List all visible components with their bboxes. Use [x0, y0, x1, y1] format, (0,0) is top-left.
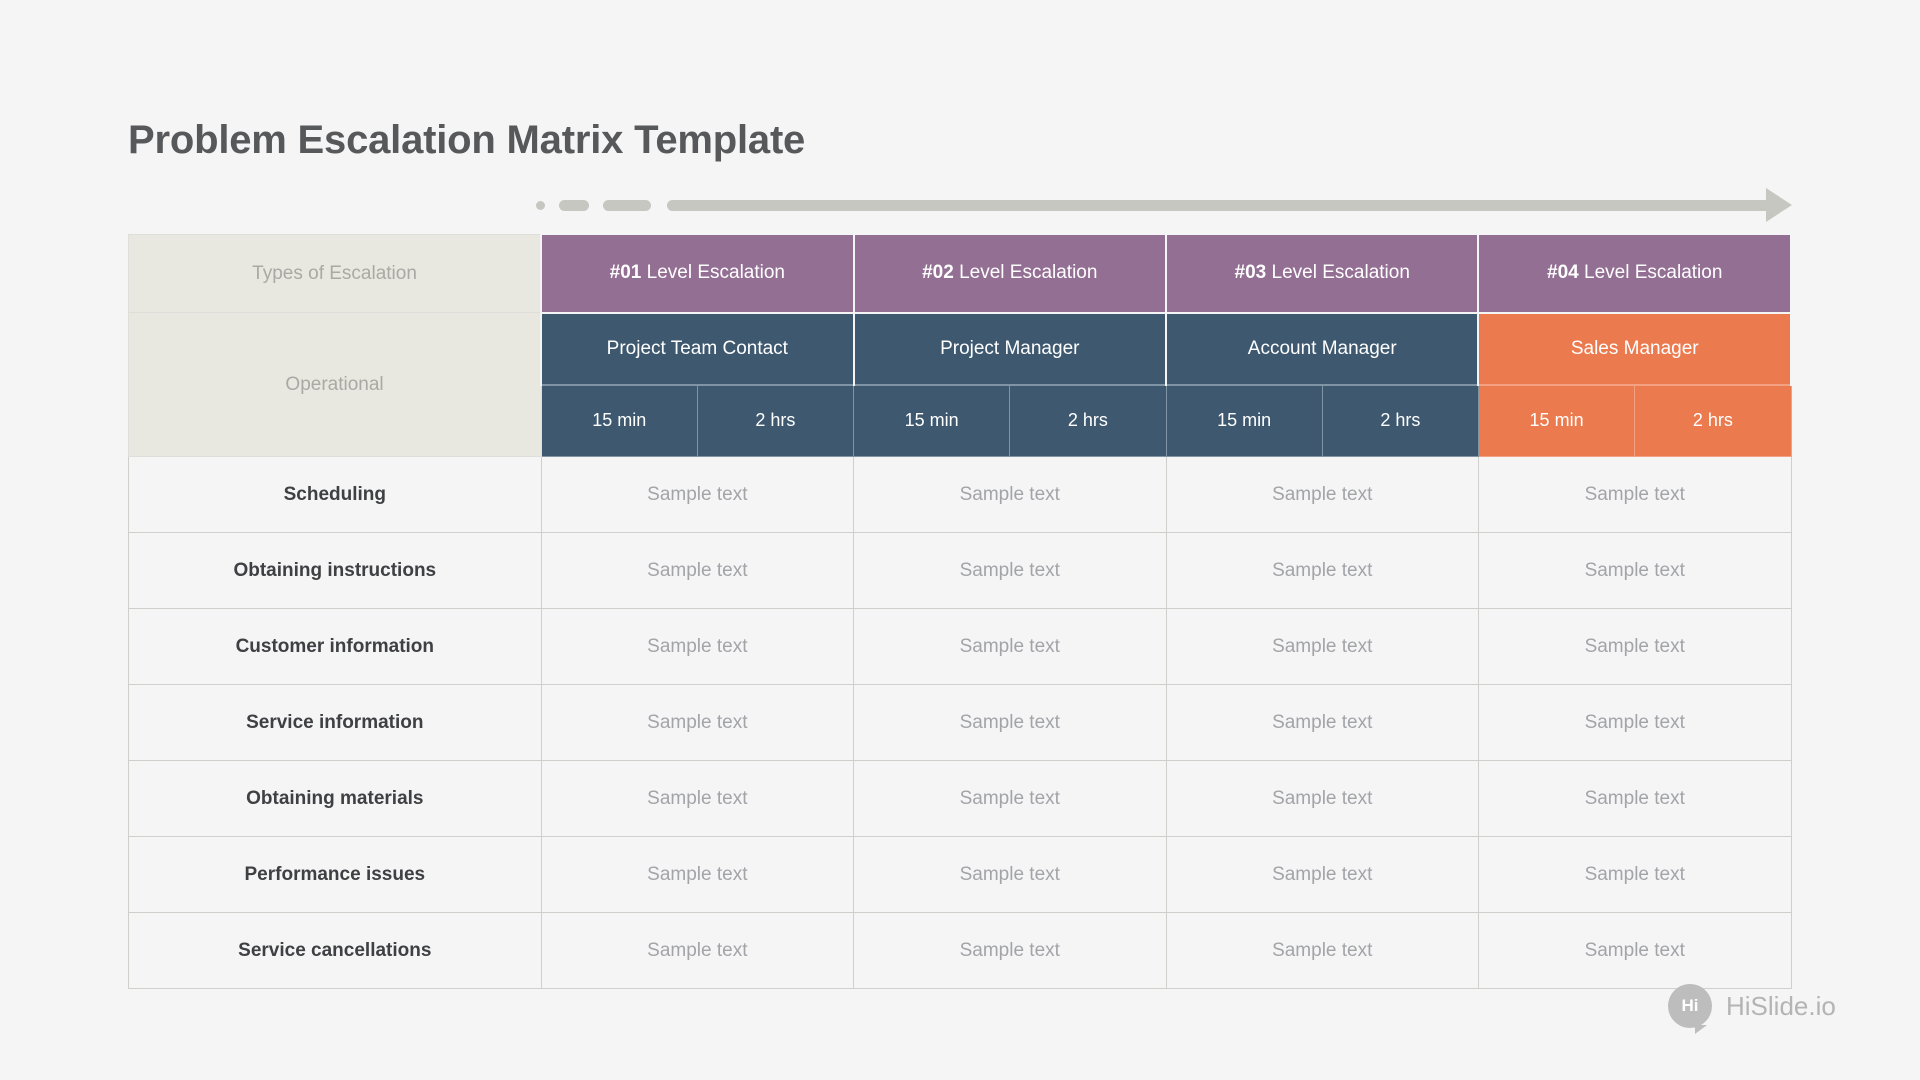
time-cell-3a: 15 min: [1165, 383, 1323, 457]
table-row: Scheduling Sample text Sample text Sampl…: [128, 456, 1792, 533]
cell-5-0[interactable]: Sample text: [540, 836, 855, 913]
level-label-4: Level Escalation: [1578, 262, 1723, 283]
level-header-3: #03 Level Escalation: [1164, 234, 1480, 313]
progress-dash-short-icon: [559, 199, 589, 211]
level-number-4: #04: [1547, 262, 1579, 283]
cell-2-2[interactable]: Sample text: [1165, 608, 1479, 685]
level-label-1: Level Escalation: [641, 262, 785, 283]
section-label-operational: Operational: [128, 312, 542, 457]
table-header-row-roles: Operational Project Team Contact Project…: [128, 311, 1792, 457]
time-cell-4a: 15 min: [1477, 383, 1636, 457]
time-cell-2a: 15 min: [853, 383, 1011, 457]
cell-0-1[interactable]: Sample text: [853, 456, 1167, 533]
cell-6-2[interactable]: Sample text: [1165, 912, 1479, 989]
progress-dot-icon: [536, 200, 545, 210]
row-label-2: Customer information: [128, 608, 542, 685]
role-cell-4: Sales Manager: [1477, 311, 1792, 385]
logo-wordmark: HiSlide.io: [1726, 990, 1836, 1021]
arrow-right-icon: [1766, 188, 1792, 222]
row-label-4: Obtaining materials: [128, 760, 542, 837]
table-row: Customer information Sample text Sample …: [128, 608, 1792, 685]
cell-5-1[interactable]: Sample text: [853, 836, 1167, 913]
cell-3-1[interactable]: Sample text: [853, 684, 1167, 761]
time-cell-1a: 15 min: [540, 383, 698, 457]
cell-4-1[interactable]: Sample text: [853, 760, 1167, 837]
table-row: Performance issues Sample text Sample te…: [128, 836, 1792, 913]
cell-4-3[interactable]: Sample text: [1477, 760, 1792, 837]
level-header-4: #04 Level Escalation: [1477, 234, 1792, 313]
cell-1-2[interactable]: Sample text: [1165, 532, 1479, 609]
row-label-1: Obtaining instructions: [128, 532, 542, 609]
cell-2-1[interactable]: Sample text: [853, 608, 1167, 685]
role-cell-2: Project Manager: [852, 311, 1168, 385]
time-cell-4b: 2 hrs: [1634, 383, 1792, 457]
level-header-2: #02 Level Escalation: [852, 234, 1168, 313]
table-row: Obtaining instructions Sample text Sampl…: [128, 532, 1792, 609]
cell-1-1[interactable]: Sample text: [853, 532, 1167, 609]
time-cell-3b: 2 hrs: [1321, 383, 1479, 457]
cell-6-3[interactable]: Sample text: [1477, 912, 1792, 989]
role-cell-1: Project Team Contact: [540, 311, 855, 385]
level-label-3: Level Escalation: [1266, 262, 1410, 283]
progress-arrow: [536, 188, 1792, 222]
row-label-3: Service information: [128, 684, 542, 761]
cell-2-3[interactable]: Sample text: [1477, 608, 1792, 685]
table-row: Service cancellations Sample text Sample…: [128, 912, 1792, 989]
table-row: Obtaining materials Sample text Sample t…: [128, 760, 1792, 837]
cell-3-3[interactable]: Sample text: [1477, 684, 1792, 761]
cell-6-1[interactable]: Sample text: [853, 912, 1167, 989]
time-cell-1b: 2 hrs: [696, 383, 855, 457]
level-number-2: #02: [922, 262, 954, 283]
cell-1-0[interactable]: Sample text: [540, 532, 855, 609]
corner-label-cell: Types of Escalation: [128, 234, 542, 313]
cell-0-0[interactable]: Sample text: [540, 456, 855, 533]
speech-bubble-icon: Hi: [1668, 984, 1712, 1034]
cell-0-2[interactable]: Sample text: [1165, 456, 1479, 533]
cell-4-0[interactable]: Sample text: [540, 760, 855, 837]
cell-3-0[interactable]: Sample text: [540, 684, 855, 761]
time-cell-2b: 2 hrs: [1009, 383, 1167, 457]
table-header-row-levels: Types of Escalation #01 Level Escalation…: [128, 234, 1792, 313]
progress-line-icon: [667, 199, 1767, 211]
row-label-6: Service cancellations: [128, 912, 542, 989]
cell-6-0[interactable]: Sample text: [540, 912, 855, 989]
cell-0-3[interactable]: Sample text: [1477, 456, 1792, 533]
level-label-2: Level Escalation: [953, 262, 1098, 283]
hislide-logo[interactable]: Hi HiSlide.io: [1668, 984, 1836, 1034]
table-row: Service information Sample text Sample t…: [128, 684, 1792, 761]
row-label-0: Scheduling: [128, 456, 542, 533]
cell-5-2[interactable]: Sample text: [1165, 836, 1479, 913]
role-cell-3: Account Manager: [1164, 311, 1480, 385]
progress-dash-long-icon: [603, 199, 651, 211]
row-label-5: Performance issues: [128, 836, 542, 913]
cell-4-2[interactable]: Sample text: [1165, 760, 1479, 837]
escalation-matrix-table: Types of Escalation #01 Level Escalation…: [128, 234, 1792, 989]
slide-canvas: Problem Escalation Matrix Template Types…: [0, 0, 1920, 1080]
cell-5-3[interactable]: Sample text: [1477, 836, 1792, 913]
cell-3-2[interactable]: Sample text: [1165, 684, 1479, 761]
level-header-1: #01 Level Escalation: [540, 234, 855, 313]
cell-2-0[interactable]: Sample text: [540, 608, 855, 685]
level-number-3: #03: [1234, 262, 1267, 283]
page-title: Problem Escalation Matrix Template: [128, 118, 806, 162]
cell-1-3[interactable]: Sample text: [1477, 532, 1792, 609]
level-number-1: #01: [609, 262, 642, 283]
